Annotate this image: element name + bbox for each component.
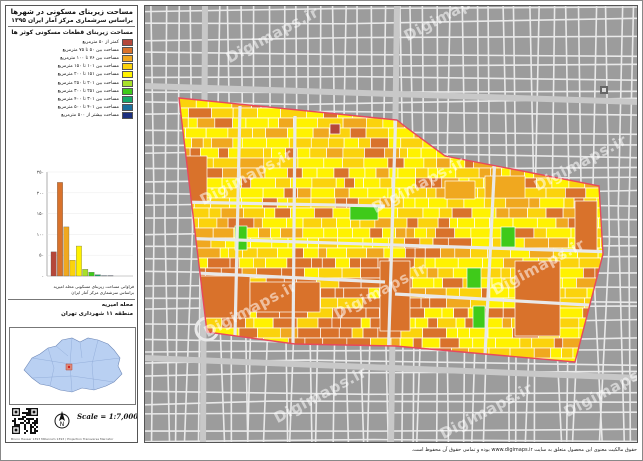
legend-swatch [122,38,133,46]
area-histogram: ۲۵۰ ۲۰۰ ۱۵۰ ۱۰۰ ۵۰ ۰ [37,171,133,280]
histogram-caption-source: براساس سرشماری مرکز آمار ایران [71,290,134,295]
legend-label: مساحت بین ۲۵۱ تا ۳۰۰ مترمربع [57,88,119,94]
histogram-bar [76,245,82,277]
legend-item: مساحت بین ۵۰ تا ۷۵ مترمربع [13,46,133,54]
legend-item: مساحت بین ۷۶ تا ۱۰۰ مترمربع [13,54,133,62]
legend-swatch [122,46,133,54]
north-arrow-icon: N [54,411,70,429]
neighborhood-box: محله امیریه منطقه ۱۱ شهرداری تهران [8,299,135,326]
neighborhood-district: منطقه ۱۱ شهرداری تهران [61,311,133,317]
legend-swatch [122,71,133,79]
y-tick-label: ۱۰۰ [37,233,44,238]
legend-label: مساحت بیشتر از ۵۰۰ مترمربع [61,113,119,119]
histogram-bar [69,260,76,277]
legend-swatch [122,79,133,87]
legend-swatch [122,95,133,103]
legend-title: مساحت زیربنای قطعات مسکونی کوثر ها [11,29,133,36]
y-tick-label: ۱۵۰ [37,212,44,217]
histogram-caption: فراوانی مساحت زیربنای مسکونی محله امیریه [53,284,135,289]
legend-label: کمتر از ۵۰ مترمربع [82,39,119,45]
histogram-bar [88,272,95,277]
legend-item: مساحت بین ۲۰۱ تا ۲۵۰ مترمربع [13,79,133,87]
legend-item: کمتر از ۵۰ مترمربع [13,38,133,46]
legend-swatch [122,63,133,71]
parking-poi-icon [600,86,608,94]
title-divider [8,26,135,27]
legend-item: مساحت بین ۱۰۱ تا ۱۵۰ مترمربع [13,63,133,71]
legend-swatch [122,112,133,120]
legend-label: مساحت بین ۴۰۱ تا ۵۰۰ مترمربع [57,105,119,111]
legend-item: مساحت بین ۲۵۱ تا ۳۰۰ مترمربع [13,87,133,95]
legend-swatch [122,104,133,112]
histogram-bar [63,226,70,277]
legend-label: مساحت بین ۲۰۱ تا ۲۵۰ مترمربع [57,80,119,86]
legend-swatch [122,54,133,62]
copyright-footer: حقوق مالکیت معنوی این محصول متعلق به سای… [411,447,637,453]
histogram-bar [82,269,89,277]
y-tick-label: ۲۵۰ [37,171,44,176]
projection-note: Bruno Hauser 1393 Millenium 1393 / Proje… [11,437,114,441]
y-tick-label: ۲۰۰ [37,191,44,196]
legend-item: مساحت بین ۳۰۱ تا ۴۰۰ مترمربع [13,95,133,103]
map-title: مساحت زیربنای مسکونی در شهرها [10,8,133,16]
histogram-bar [94,274,101,277]
histogram-bar [50,251,57,277]
legend-item: مساحت بین ۱۵۱ تا ۲۰۰ مترمربع [13,71,133,79]
inset-location-dot [67,365,71,369]
qr-code-icon [11,407,39,435]
legend-label: مساحت بین ۱۰۱ تا ۱۵۰ مترمربع [57,64,119,70]
inset-city-outline [10,328,135,404]
legend-label: مساحت بین ۵۰ تا ۷۵ مترمربع [62,47,119,53]
north-letter: N [60,421,65,428]
legend-label: مساحت بین ۱۵۱ تا ۲۰۰ مترمربع [57,72,119,78]
map-credits-row: N Scale = 1:7,000 Bruno Hauser 1393 Mill… [9,407,138,441]
legend-item: مساحت بین ۴۰۱ تا ۵۰۰ مترمربع [13,104,133,112]
locator-inset-map [9,327,136,405]
map-scale: Scale = 1:7,000 [77,412,138,421]
legend-label: مساحت بین ۷۶ تا ۱۰۰ مترمربع [60,55,119,61]
neighborhood-name: محله امیریه [101,302,133,308]
y-tick-label: ۰ [42,275,44,280]
legend-item: مساحت بیشتر از ۵۰۰ مترمربع [13,112,133,120]
map-canvas [145,6,637,442]
map-info-panel: مساحت زیربنای مسکونی در شهرها براساس سرش… [5,5,138,443]
histogram-bar [57,182,63,277]
y-tick-label: ۵۰ [39,254,44,259]
map-subtitle: براساس سرشماری مرکز آمار ایران ۱۳۹۵ [11,17,133,24]
legend-label: مساحت بین ۳۰۱ تا ۴۰۰ مترمربع [57,96,119,102]
legend-swatch [122,87,133,95]
main-map[interactable]: Digimaps.ir Digimaps.ir Digimaps.ir Digimap… [144,5,638,443]
legend-list: کمتر از ۵۰ مترمربع مساحت بین ۵۰ تا ۷۵ متر… [13,38,133,120]
